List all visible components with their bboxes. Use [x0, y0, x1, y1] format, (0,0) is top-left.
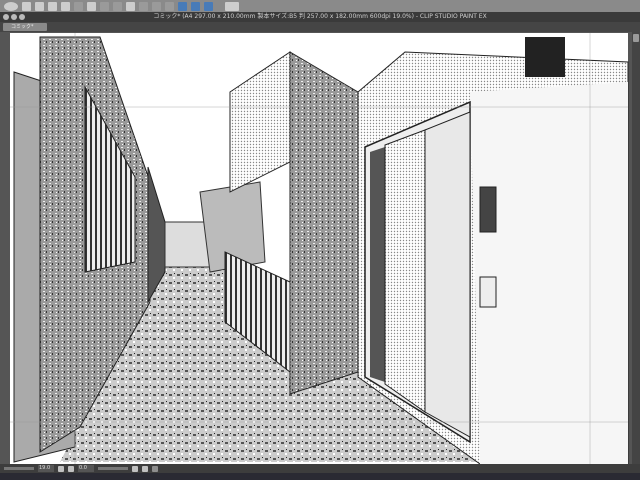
bottom-strip [0, 473, 640, 480]
title-bar: コミック* (A4 297.00 x 210.00mm 製本サイズ:B5 判 2… [0, 12, 640, 22]
maximize-icon[interactable] [19, 14, 25, 20]
clip-studio-logo-icon[interactable] [4, 1, 18, 11]
redo-icon[interactable] [74, 1, 83, 11]
close-icon[interactable] [3, 14, 9, 20]
flip-icon[interactable] [152, 465, 158, 472]
help-icon[interactable] [225, 1, 239, 11]
manga-illustration [10, 33, 629, 465]
save-file-icon[interactable] [48, 1, 57, 11]
stop-icon[interactable] [165, 1, 174, 11]
rotate-right-icon[interactable] [142, 465, 148, 472]
zoom-out-icon[interactable] [58, 465, 64, 472]
zoom-slider[interactable] [4, 467, 34, 470]
vertical-scrollbar[interactable] [632, 32, 640, 464]
layer-icon[interactable] [152, 1, 161, 11]
tab-comic[interactable]: コミック* [3, 23, 47, 31]
fit-icon[interactable] [126, 1, 135, 11]
minimize-icon[interactable] [11, 14, 17, 20]
status-bar: 19.0 0.0 [0, 464, 640, 473]
rotate-slider[interactable] [98, 467, 128, 470]
toolbar [0, 0, 640, 12]
rotate-left-icon[interactable] [132, 465, 138, 472]
zoom-in-icon[interactable] [68, 465, 74, 472]
undo-icon[interactable] [61, 1, 70, 11]
special-ruler-snap-icon[interactable] [204, 1, 213, 11]
clear-icon[interactable] [113, 1, 122, 11]
tab-bar: コミック* [0, 22, 640, 32]
perspective-snap-icon[interactable] [191, 1, 200, 11]
scroll-thumb[interactable] [633, 34, 639, 42]
new-file-icon[interactable] [22, 1, 31, 11]
zoom-value[interactable]: 19.0 [38, 465, 54, 472]
window-title: コミック* (A4 297.00 x 210.00mm 製本サイズ:B5 判 2… [153, 13, 487, 20]
angle-value[interactable]: 0.0 [78, 465, 94, 472]
ruler-snap-icon[interactable] [178, 1, 187, 11]
open-file-icon[interactable] [35, 1, 44, 11]
canvas-area[interactable] [0, 32, 632, 465]
select-all-icon[interactable] [87, 1, 96, 11]
fill-icon[interactable] [139, 1, 148, 11]
transform-icon[interactable] [100, 1, 109, 11]
